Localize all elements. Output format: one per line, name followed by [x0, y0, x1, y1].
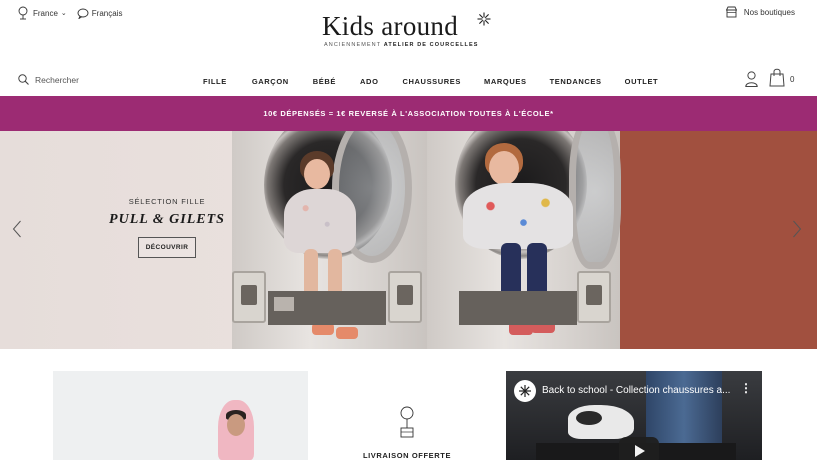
video-sneaker-detail	[576, 411, 602, 425]
shopping-bag-icon[interactable]	[769, 68, 785, 87]
top-bar: France ⌄ Français Nos boutiques Kids aro…	[0, 0, 817, 60]
site-logo[interactable]: Kids around ANCIENNEMENT ATELIER DE COUR…	[322, 12, 494, 48]
locale-selector: France ⌄ Français	[18, 6, 122, 20]
user-account-icon[interactable]	[745, 71, 758, 87]
search-trigger[interactable]: Rechercher	[18, 74, 79, 85]
speech-bubble-icon	[77, 8, 89, 19]
coin-box	[577, 271, 611, 323]
kid-in-hood	[218, 400, 254, 460]
language-selector[interactable]: Français	[92, 9, 123, 18]
promo-tile-image[interactable]	[53, 371, 308, 460]
promo-text: 10€ DÉPENSÉS = 1€ REVERSÉ À L'ASSOCIATIO…	[263, 109, 554, 118]
logo-name: Kids around	[322, 11, 459, 41]
kid-face	[227, 414, 245, 436]
coin-box	[388, 271, 422, 323]
kid-shoe	[336, 327, 358, 339]
country-selector[interactable]: France	[33, 9, 58, 18]
kid-sweater	[463, 183, 573, 249]
globe-pin-icon	[18, 6, 28, 20]
nav-item-fille[interactable]: FILLE	[203, 77, 227, 86]
video-player[interactable]: Back to school - Collection chaussures a…	[506, 371, 762, 460]
main-nav: Rechercher FILLE GARÇON BÉBÉ ADO CHAUSSU…	[0, 68, 817, 96]
stores-label: Nos boutiques	[743, 7, 795, 17]
channel-avatar[interactable]	[514, 380, 536, 402]
nav-item-outlet[interactable]: OUTLET	[625, 77, 659, 86]
flower-logo-icon	[477, 12, 491, 26]
kid-cardigan	[284, 189, 356, 253]
play-icon	[635, 445, 645, 457]
store-icon	[725, 6, 737, 18]
category-menu: FILLE GARÇON BÉBÉ ADO CHAUSSURES MARQUES…	[203, 77, 658, 86]
kid-head	[304, 159, 330, 189]
nav-item-tendances[interactable]: TENDANCES	[550, 77, 602, 86]
video-title[interactable]: Back to school - Collection chaussures a…	[542, 385, 730, 396]
hero-carousel[interactable]: SÉLECTION FILLE PULL & GILETS DÉCOUVRIR	[0, 131, 817, 349]
nav-item-chaussures[interactable]: CHAUSSURES	[403, 77, 462, 86]
logo-subtitle: ANCIENNEMENT ATELIER DE COURCELLES	[322, 42, 494, 48]
washing-machine-right	[427, 131, 621, 349]
hero-kicker: SÉLECTION FILLE	[128, 197, 206, 206]
machine-label	[274, 297, 294, 311]
chevron-left-icon[interactable]	[12, 220, 22, 238]
logo-sub-prefix: ANCIENNEMENT	[324, 42, 382, 48]
search-label: Rechercher	[35, 74, 79, 85]
hero-brick-wall	[618, 131, 817, 349]
discover-button[interactable]: DÉCOUVRIR	[137, 237, 197, 258]
coin-box	[232, 271, 266, 323]
cart-count[interactable]: 0	[790, 75, 794, 84]
chevron-right-icon[interactable]	[792, 220, 802, 238]
machine-door	[569, 131, 621, 269]
stores-link[interactable]: Nos boutiques	[725, 6, 795, 18]
chevron-down-icon[interactable]: ⌄	[61, 9, 67, 17]
logo-sub-bold: ATELIER DE COURCELLES	[383, 42, 479, 48]
play-button[interactable]	[619, 437, 659, 460]
nav-item-bebe[interactable]: BÉBÉ	[313, 77, 336, 86]
kid-head	[489, 151, 519, 185]
search-icon	[18, 74, 29, 85]
nav-item-garcon[interactable]: GARÇON	[252, 77, 289, 86]
balloon-parcel-icon	[400, 406, 414, 438]
hero-title: PULL & GILETS	[109, 212, 225, 227]
washing-machine-left	[232, 131, 427, 349]
more-options-icon[interactable]: ⋮	[740, 382, 752, 394]
nav-item-marques[interactable]: MARQUES	[484, 77, 527, 86]
nav-item-ado[interactable]: ADO	[360, 77, 378, 86]
free-delivery-block: LIVRAISON OFFERTE	[355, 406, 459, 460]
free-delivery-label: LIVRAISON OFFERTE	[362, 451, 452, 460]
promo-banner[interactable]: 10€ DÉPENSÉS = 1€ REVERSÉ À L'ASSOCIATIO…	[0, 96, 817, 131]
machine-panel	[459, 291, 577, 325]
flower-logo-icon	[519, 385, 531, 397]
hero-caption: SÉLECTION FILLE PULL & GILETS DÉCOUVRIR	[108, 197, 226, 258]
